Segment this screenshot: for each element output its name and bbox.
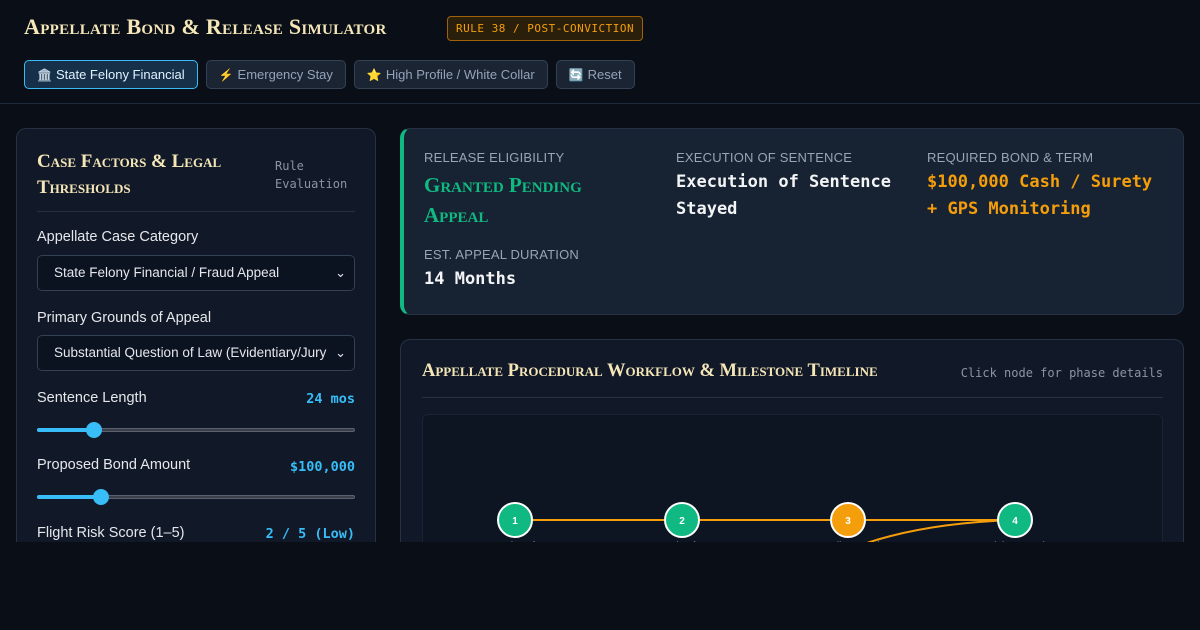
courthouse-icon: 🏛️ (37, 67, 52, 82)
preset-label: State Felony Financial (55, 67, 185, 82)
preset-label: Emergency Stay (237, 67, 333, 82)
divider (422, 397, 1163, 398)
node-number: 2 (679, 516, 685, 527)
bond-term-value: $100,000 Cash / Surety + GPS Monitoring (927, 172, 1153, 219)
bond-value: $100,000 (289, 459, 355, 475)
grounds-select[interactable]: Substantial Question of Law (Evidentiary… (37, 335, 355, 371)
reset-button[interactable]: 🔄 Reset (555, 60, 635, 89)
duration-value: 14 Months (424, 269, 517, 289)
preset-state-felony-button[interactable]: 🏛️ State Felony Financial (24, 60, 198, 89)
workflow-node-1[interactable]: 1 Notice of (495, 502, 535, 542)
workflow-canvas: 1 Notice of 2 Motion for 3 Appellate Track 4 Tr… (422, 414, 1163, 542)
workflow-card: Appellate Procedural Workflow & Mileston… (400, 339, 1184, 542)
slider-thumb[interactable] (92, 489, 109, 505)
lightning-icon: ⚡ (218, 67, 234, 82)
sentence-label: Sentence Length (37, 390, 147, 406)
case-factors-panel: Case Factors & Legal Thresholds Rule Eva… (16, 128, 376, 542)
star-icon: ⭐ (366, 67, 382, 82)
app-header: Appellate Bond & Release Simulator RULE … (0, 0, 1200, 104)
node-label: Motion for (660, 541, 705, 542)
workflow-title: Appellate Procedural Workflow & Mileston… (422, 361, 878, 381)
workflow-node-2[interactable]: 2 Motion for (660, 502, 705, 542)
eligibility-label: RELEASE ELIGIBILITY (424, 150, 565, 165)
duration-label: EST. APPEAL DURATION (424, 247, 579, 262)
node-label: Trial Remand (985, 541, 1045, 542)
bond-slider[interactable] (37, 489, 355, 505)
release-result-card: RELEASE ELIGIBILITY Granted Pending Appe… (400, 128, 1184, 315)
slider-fill (37, 495, 101, 499)
preset-high-profile-button[interactable]: ⭐ High Profile / White Collar (353, 60, 548, 89)
flight-risk-label: Flight Risk Score (1–5) (37, 525, 185, 541)
chevron-down-icon: ⌄ (335, 265, 346, 280)
divider (37, 211, 355, 212)
reset-icon: 🔄 (568, 67, 584, 82)
execution-label: EXECUTION OF SENTENCE (676, 150, 853, 165)
node-number: 3 (845, 516, 851, 527)
workflow-graph: 1 Notice of 2 Motion for 3 Appellate Track 4 Tr… (495, 502, 1045, 542)
panel-subtitle: Rule Evaluation (275, 159, 348, 191)
chevron-down-icon: ⌄ (335, 345, 346, 360)
panel-title: Case Factors & Legal Thresholds (37, 151, 222, 198)
grounds-label: Primary Grounds of Appeal (37, 310, 212, 326)
node-label: Appellate Track (814, 541, 884, 542)
sentence-slider[interactable] (37, 422, 355, 438)
slider-thumb[interactable] (86, 422, 103, 438)
node-label: Notice of (495, 541, 535, 542)
grounds-value: Substantial Question of Law (Evidentiary… (54, 345, 327, 360)
case-category-select[interactable]: State Felony Financial / Fraud Appeal ⌄ (37, 255, 355, 291)
workflow-edge (866, 519, 1016, 542)
preset-emergency-stay-button[interactable]: ⚡ Emergency Stay (205, 60, 346, 89)
case-category-label: Appellate Case Category (37, 229, 199, 245)
eligibility-value: Granted Pending Appeal (424, 173, 582, 227)
execution-value: Execution of Sentence Stayed (676, 172, 891, 219)
app-title: Appellate Bond & Release Simulator (24, 14, 387, 39)
bond-term-label: REQUIRED BOND & TERM (927, 150, 1094, 165)
preset-label: High Profile / White Collar (385, 67, 535, 82)
workflow-nodes: 1 Notice of 2 Motion for 3 Appellate Track 4 Tr… (495, 502, 1045, 542)
sentence-value: 24 mos (306, 391, 355, 407)
preset-bar: 🏛️ State Felony Financial ⚡ Emergency St… (24, 60, 635, 89)
node-number: 4 (1012, 516, 1018, 527)
flight-risk-value: 2 / 5 (Low) (265, 526, 355, 542)
workflow-node-4[interactable]: 4 Trial Remand (985, 502, 1045, 542)
workflow-node-3[interactable]: 3 Appellate Track (814, 502, 884, 542)
workflow-hint: Click node for phase details (960, 366, 1163, 380)
preset-label: Reset (587, 67, 622, 82)
rule-badge: RULE 38 / POST-CONVICTION (447, 16, 644, 41)
node-number: 1 (512, 516, 518, 527)
bond-label: Proposed Bond Amount (37, 457, 191, 473)
case-category-value: State Felony Financial / Fraud Appeal (54, 265, 280, 280)
